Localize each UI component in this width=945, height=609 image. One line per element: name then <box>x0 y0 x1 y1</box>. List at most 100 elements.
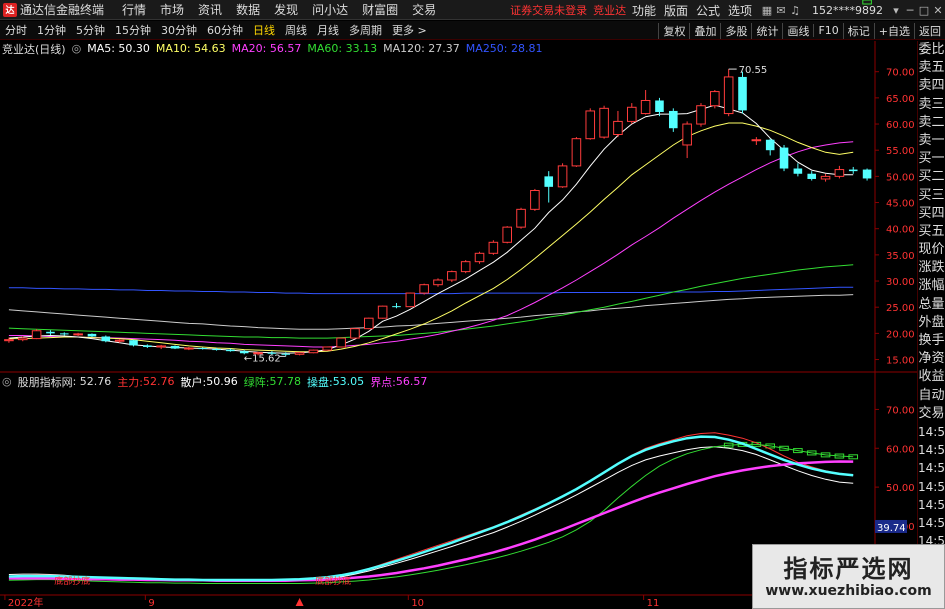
side-item[interactable]: 总量 <box>918 296 945 314</box>
tab-add-watchlist[interactable]: +自选 <box>873 22 914 39</box>
price-tick-label: 65.00 <box>886 94 915 105</box>
maximize-icon[interactable]: □ <box>917 4 931 17</box>
tab-fenshi[interactable]: 分时 <box>0 22 32 38</box>
side-item[interactable]: 14:56 <box>918 478 945 496</box>
candle-body <box>59 333 69 335</box>
candle-body <box>516 208 526 228</box>
lvzhen-label: 绿阵: <box>243 375 270 389</box>
tab-1min[interactable]: 1分钟 <box>32 22 71 38</box>
indicator-settings-icon[interactable]: ◎ <box>2 375 12 388</box>
dropdown-icon[interactable]: ▾ <box>889 4 903 17</box>
close-icon[interactable]: ✕ <box>931 4 945 17</box>
lvzhen-bar <box>793 448 803 454</box>
candle-body <box>239 351 249 354</box>
ma250-label: MA250: 28.81 <box>465 42 543 55</box>
candle-body <box>779 147 789 169</box>
minimize-icon[interactable]: ─ <box>903 4 917 17</box>
side-item[interactable]: 14:56 <box>918 496 945 514</box>
tab-5min[interactable]: 5分钟 <box>71 22 110 38</box>
menu-gongshi[interactable]: 公式 <box>696 2 720 19</box>
menu-xuanxiang[interactable]: 选项 <box>728 2 752 19</box>
side-item[interactable]: 买五 <box>918 223 945 241</box>
tab-fuquan[interactable]: 复权 <box>658 22 689 39</box>
indicator-legend: ◎ 股朋指标网 : 52.76 主力: 52.76 散户: 50.96 绿阵: … <box>2 374 433 389</box>
side-item[interactable]: 买四 <box>918 205 945 223</box>
side-item[interactable]: 14:56 <box>918 423 945 441</box>
user-id[interactable]: 152****9892 <box>812 4 883 17</box>
ma120-line <box>8 294 854 330</box>
side-item[interactable]: 自动 <box>918 387 945 405</box>
side-item[interactable]: 买三 <box>918 187 945 205</box>
tab-biaoji[interactable]: 标记 <box>842 22 874 39</box>
side-item[interactable]: 现价 <box>918 241 945 259</box>
main-price-axis: 70.00 65.00 60.00 55.00 50.00 45.00 40.00 35.00… <box>875 68 915 367</box>
grid-icon[interactable]: ▦ <box>760 4 774 17</box>
candle-body <box>751 139 762 142</box>
side-item[interactable]: 外盘 <box>918 314 945 332</box>
tab-multi-period[interactable]: 多周期 <box>344 22 387 38</box>
side-item[interactable]: 净资 <box>918 350 945 368</box>
tab-60min[interactable]: 60分钟 <box>202 22 248 38</box>
chart-frame <box>0 41 917 609</box>
side-item[interactable]: 卖一 <box>918 132 945 150</box>
menu-wenxiaoda[interactable]: 问小达 <box>312 1 348 18</box>
indicator-name[interactable]: 股朋指标网 <box>18 374 73 390</box>
tab-more[interactable]: 更多 > <box>387 22 432 38</box>
candle-body <box>710 91 720 107</box>
menu-caifuquan[interactable]: 财富圈 <box>362 1 398 18</box>
trade-login-warning[interactable]: 证券交易未登录 <box>510 2 587 18</box>
tab-weekly[interactable]: 周线 <box>280 22 312 38</box>
side-item[interactable]: 交易 <box>918 405 945 423</box>
price-tick-label: 25.00 <box>886 303 915 314</box>
menu-banmian[interactable]: 版面 <box>664 2 688 19</box>
tab-diejia[interactable]: 叠加 <box>689 22 720 39</box>
price-tick-label: 55.00 <box>886 146 915 157</box>
tab-huaxian[interactable]: 画线 <box>782 22 813 39</box>
price-tick-label: 70.00 <box>886 68 915 79</box>
side-item[interactable]: 换手 <box>918 332 945 350</box>
side-item[interactable]: 14:56 <box>918 441 945 459</box>
candle-body <box>350 328 360 339</box>
menu-shuju[interactable]: 数据 <box>236 1 260 18</box>
stock-name-label[interactable]: 竞业达(日线) <box>2 41 66 57</box>
tab-15min[interactable]: 15分钟 <box>110 22 156 38</box>
settings-icon[interactable]: ◎ <box>72 42 82 55</box>
tab-f10[interactable]: F10 <box>813 24 842 37</box>
bell-icon[interactable]: ♫ <box>788 4 802 17</box>
candle-body <box>405 292 416 308</box>
side-item[interactable]: 14:56 <box>918 514 945 532</box>
side-item[interactable]: 14:56 <box>918 459 945 477</box>
tab-back[interactable]: 返回 <box>914 22 945 39</box>
side-item[interactable]: 买一 <box>918 150 945 168</box>
side-item[interactable]: 卖四 <box>918 77 945 95</box>
menu-gongneng[interactable]: 功能 <box>632 2 656 19</box>
side-item[interactable]: 涨跌 <box>918 259 945 277</box>
tab-tongji[interactable]: 统计 <box>751 22 782 39</box>
menu-faxian[interactable]: 发现 <box>274 1 298 18</box>
mail-icon[interactable]: ✉ <box>774 4 788 17</box>
price-tick-label: 15.00 <box>886 356 915 367</box>
side-item[interactable]: 卖三 <box>918 96 945 114</box>
menu-jiaoyi[interactable]: 交易 <box>412 1 436 18</box>
tab-duogu[interactable]: 多股 <box>720 22 751 39</box>
candle-body <box>557 165 568 188</box>
candle-body <box>336 337 346 348</box>
side-item[interactable]: 委比 <box>918 41 945 59</box>
kline-chart[interactable]: 70.00 65.00 60.00 55.00 50.00 45.00 40.00 35.00… <box>0 0 945 609</box>
tab-30min[interactable]: 30分钟 <box>156 22 202 38</box>
tab-monthly[interactable]: 月线 <box>312 22 344 38</box>
menu-zixun[interactable]: 资讯 <box>198 1 222 18</box>
lvzhen-line <box>8 443 854 584</box>
side-item[interactable]: 卖五 <box>918 59 945 77</box>
menu-hangqing[interactable]: 行情 <box>122 1 146 18</box>
candle-body <box>807 173 817 179</box>
tab-daily[interactable]: 日线 <box>248 22 280 38</box>
side-item[interactable]: 收益 <box>918 368 945 386</box>
side-item[interactable]: 买二 <box>918 168 945 186</box>
candle-body <box>626 106 637 122</box>
menu-shichang[interactable]: 市场 <box>160 1 184 18</box>
side-item[interactable]: 涨幅 <box>918 277 945 295</box>
date-label: 2022年 <box>8 596 43 609</box>
candle-body <box>281 353 291 355</box>
side-item[interactable]: 卖二 <box>918 114 945 132</box>
